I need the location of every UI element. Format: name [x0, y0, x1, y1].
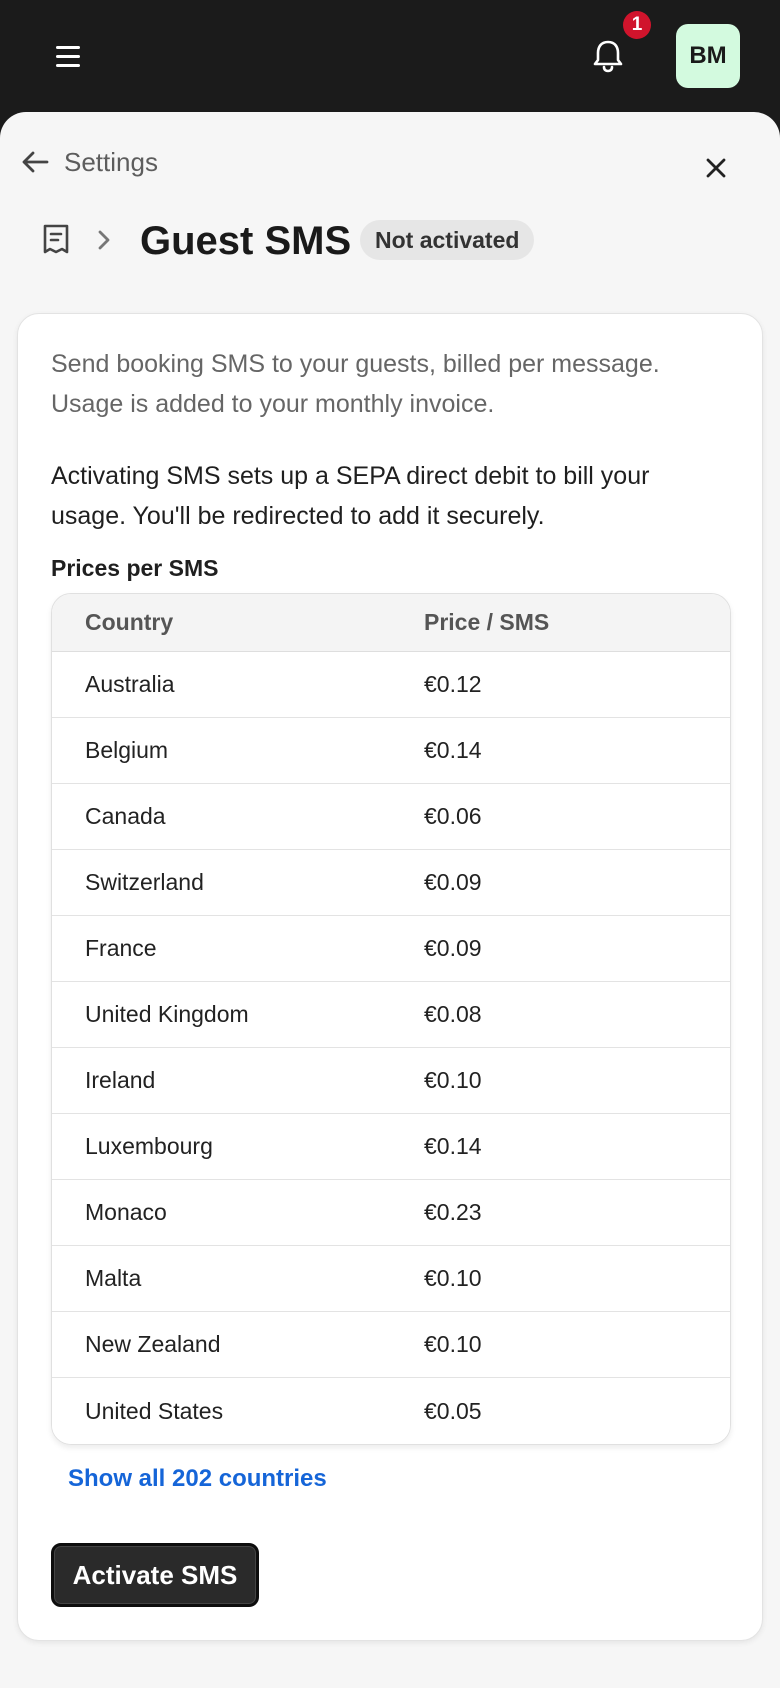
price-cell: €0.09 — [424, 869, 482, 895]
country-cell: United Kingdom — [85, 1001, 249, 1027]
table-header: Country Price / SMS — [52, 594, 730, 652]
column-header-price: Price / SMS — [424, 609, 550, 635]
top-bar: 1 BM — [0, 0, 780, 112]
table-row: United Kingdom €0.08 — [52, 982, 730, 1048]
table-row: Belgium €0.14 — [52, 718, 730, 784]
activate-sms-button[interactable]: Activate SMS — [51, 1543, 259, 1607]
page-title: Guest SMS — [140, 219, 352, 263]
chevron-right-icon — [98, 230, 110, 250]
menu-icon-line — [56, 54, 80, 58]
table-row: France €0.09 — [52, 916, 730, 982]
price-cell: €0.10 — [424, 1331, 482, 1357]
table-row: Canada €0.06 — [52, 784, 730, 850]
table-row: New Zealand €0.10 — [52, 1312, 730, 1378]
sepa-notice-text: Activating SMS sets up a SEPA direct deb… — [51, 462, 650, 530]
notification-count-badge: 1 — [623, 11, 651, 39]
user-avatar[interactable]: BM — [676, 24, 740, 88]
show-all-countries-link[interactable]: Show all 202 countries — [68, 1465, 327, 1493]
country-cell: Ireland — [85, 1067, 156, 1093]
notifications-button[interactable] — [588, 36, 628, 76]
menu-icon — [56, 45, 80, 49]
price-cell: €0.08 — [424, 1001, 482, 1027]
back-label: Settings — [64, 146, 158, 177]
prices-heading: Prices per SMS — [51, 555, 219, 581]
description-text: Send booking SMS to your guests, billed … — [51, 350, 660, 418]
receipt-icon[interactable] — [40, 222, 72, 256]
table-row: Australia €0.12 — [52, 652, 730, 718]
sms-card: Send booking SMS to your guests, billed … — [17, 313, 763, 1641]
menu-button[interactable] — [52, 40, 84, 72]
back-button[interactable]: Settings — [20, 140, 158, 184]
table-row: Malta €0.10 — [52, 1246, 730, 1312]
price-cell: €0.14 — [424, 1133, 482, 1159]
settings-sheet: Settings Guest SMS Not activated Send bo… — [0, 112, 780, 1688]
price-cell: €0.12 — [424, 671, 482, 697]
price-cell: €0.10 — [424, 1067, 482, 1093]
close-icon — [706, 158, 726, 178]
bell-icon — [593, 40, 623, 73]
price-cell: €0.05 — [424, 1397, 482, 1424]
close-button[interactable] — [700, 152, 732, 184]
arrow-left-icon — [22, 151, 49, 173]
country-cell: Belgium — [85, 737, 169, 763]
price-cell: €0.06 — [424, 803, 482, 829]
country-cell: Australia — [85, 671, 175, 697]
table-row: Monaco €0.23 — [52, 1180, 730, 1246]
country-cell: Monaco — [85, 1199, 167, 1225]
price-cell: €0.14 — [424, 737, 482, 763]
country-cell: Malta — [85, 1265, 142, 1291]
country-cell: Canada — [85, 803, 166, 829]
price-cell: €0.10 — [424, 1265, 482, 1291]
status-badge: Not activated — [360, 220, 535, 260]
table-row: United States €0.05 — [52, 1378, 730, 1444]
country-cell: France — [85, 935, 157, 961]
menu-icon-line — [56, 63, 80, 67]
country-cell: Luxembourg — [85, 1133, 213, 1159]
country-cell: New Zealand — [85, 1331, 221, 1357]
country-cell: United States — [85, 1397, 224, 1424]
table-row: Ireland €0.10 — [52, 1048, 730, 1114]
table-row: Switzerland €0.09 — [52, 850, 730, 916]
column-header-country: Country — [85, 609, 174, 635]
country-cell: Switzerland — [85, 869, 204, 895]
price-table: Country Price / SMS Australia €0.12 Belg… — [51, 593, 731, 1445]
price-cell: €0.09 — [424, 935, 482, 961]
table-row: Luxembourg €0.14 — [52, 1114, 730, 1180]
price-cell: €0.23 — [424, 1199, 482, 1225]
